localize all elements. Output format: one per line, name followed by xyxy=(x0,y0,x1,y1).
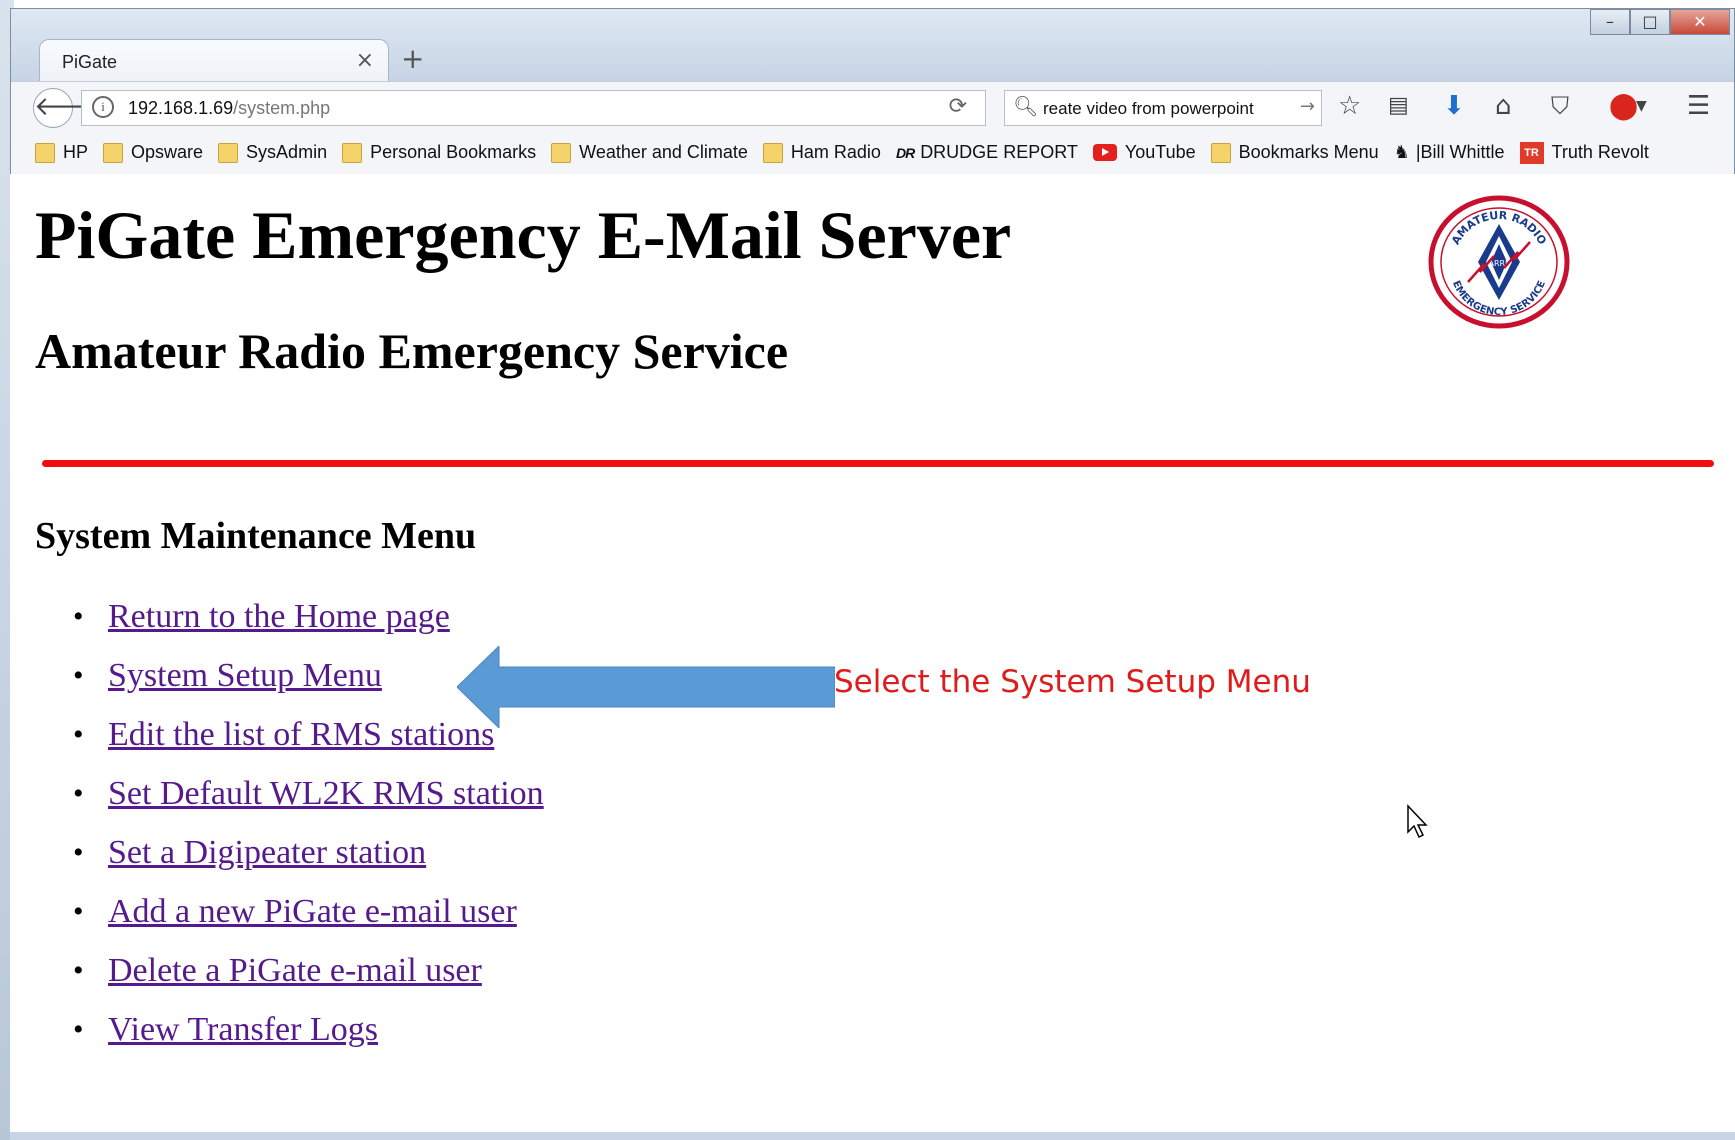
search-icon: 🔍︎ xyxy=(1013,94,1039,118)
bookmark-label: |Bill Whittle xyxy=(1415,142,1505,162)
address-bar[interactable]: i 192.168.1.69/system.php ⟳ xyxy=(81,90,986,126)
bookmark-label: Ham Radio xyxy=(790,142,881,162)
folder-icon xyxy=(551,142,572,163)
url-path: /system.php xyxy=(233,98,331,118)
bookmark-label: SysAdmin xyxy=(246,142,328,162)
drudge-icon: DR xyxy=(895,144,915,161)
view-transfer-logs-link[interactable]: View Transfer Logs xyxy=(108,1011,378,1048)
set-default-rms-link[interactable]: Set Default WL2K RMS station xyxy=(108,775,544,812)
url-text[interactable]: 192.168.1.69/system.php xyxy=(128,98,330,119)
menu-item: Set Default WL2K RMS station xyxy=(65,773,544,832)
window-bottom-border xyxy=(10,1132,1735,1140)
bookmark-ham-radio[interactable]: Ham Radio xyxy=(762,142,881,163)
folder-icon xyxy=(218,142,239,163)
folder-icon xyxy=(35,142,55,163)
close-window-button[interactable]: ✕ xyxy=(1670,9,1730,35)
edit-rms-stations-link[interactable]: Edit the list of RMS stations xyxy=(108,716,494,753)
callout-annotation: Select the System Setup Menu xyxy=(834,664,1311,700)
bookmark-label: Weather and Climate xyxy=(579,142,748,162)
menu-hamburger-icon[interactable]: ☰ xyxy=(1687,90,1710,122)
bookmark-label: Personal Bookmarks xyxy=(370,142,537,162)
bookmark-label: Truth Revolt xyxy=(1551,142,1649,162)
new-tab-button[interactable]: + xyxy=(401,42,424,75)
minimize-button[interactable]: – xyxy=(1590,9,1630,35)
pocket-icon[interactable]: ⛉ xyxy=(1551,90,1569,122)
menu-item: View Transfer Logs xyxy=(65,1009,544,1068)
bookmark-sysadmin[interactable]: SysAdmin xyxy=(218,142,327,163)
home-icon[interactable]: ⌂ xyxy=(1495,90,1512,122)
truth-revolt-icon: TR xyxy=(1519,141,1544,164)
window-controls: – □ ✕ xyxy=(1590,9,1730,41)
ares-logo: AMATEUR RADIO EMERGENCY SERVICE ARRL xyxy=(1428,195,1570,329)
bill-whittle-icon: ♞ xyxy=(1393,142,1410,162)
bookmark-hp[interactable]: HP xyxy=(35,142,88,163)
folder-icon xyxy=(342,142,363,163)
red-divider xyxy=(42,460,1714,467)
callout-arrow xyxy=(457,646,835,728)
return-home-link[interactable]: Return to the Home page xyxy=(108,598,450,635)
bookmark-drudge-report[interactable]: DR DRUDGE REPORT xyxy=(896,142,1078,163)
bookmark-label: Opsware xyxy=(131,142,204,162)
reload-icon[interactable]: ⟳ xyxy=(949,94,967,119)
bookmark-label: HP xyxy=(63,142,89,162)
back-button[interactable]: 🡐 xyxy=(33,88,104,128)
reading-list-icon[interactable]: ▤ xyxy=(1388,90,1409,122)
bookmark-star-icon[interactable]: ☆ xyxy=(1338,90,1361,122)
delete-user-link[interactable]: Delete a PiGate e-mail user xyxy=(108,952,482,989)
bookmark-personal-bookmarks[interactable]: Personal Bookmarks xyxy=(342,142,536,163)
navigation-toolbar: 🡐 i 192.168.1.69/system.php ⟳ 🔍︎ reate v… xyxy=(11,81,1734,131)
tab-strip: PiGate × + – □ ✕ xyxy=(11,9,1734,83)
downloads-icon[interactable]: ⬇ xyxy=(1443,90,1465,122)
adblock-icon[interactable]: ⬤ xyxy=(1609,90,1638,122)
bookmark-label: YouTube xyxy=(1124,142,1196,162)
folder-icon xyxy=(762,142,783,163)
bookmark-weather-and-climate[interactable]: Weather and Climate xyxy=(551,142,748,163)
menu-item: Add a new PiGate e-mail user xyxy=(65,891,544,950)
add-user-link[interactable]: Add a new PiGate e-mail user xyxy=(108,893,517,930)
adblock-dropdown-icon[interactable]: ▼ xyxy=(1636,90,1647,122)
folder-icon xyxy=(1210,142,1231,163)
page-content: PiGate Emergency E-Mail Server Amateur R… xyxy=(10,174,1735,1140)
bookmark-label: DRUDGE REPORT xyxy=(920,142,1078,162)
folder-icon xyxy=(103,142,124,163)
tab-pigate[interactable]: PiGate × xyxy=(39,39,389,83)
bookmark-truth-revolt[interactable]: TR Truth Revolt xyxy=(1519,141,1649,164)
site-info-icon[interactable]: i xyxy=(92,96,114,118)
menu-item: Set a Digipeater station xyxy=(65,832,544,891)
tab-title: PiGate xyxy=(62,52,118,72)
maximize-button[interactable]: □ xyxy=(1630,9,1670,35)
search-bar[interactable]: 🔍︎ reate video from powerpoint → xyxy=(1004,90,1322,126)
section-title: System Maintenance Menu xyxy=(35,515,477,557)
youtube-icon xyxy=(1092,144,1117,161)
bookmarks-toolbar: HP Opsware SysAdmin Personal Bookmarks W… xyxy=(11,131,1734,175)
page-subtitle: Amateur Radio Emergency Service xyxy=(35,323,789,379)
bookmark-opsware[interactable]: Opsware xyxy=(103,142,203,163)
mouse-cursor-icon xyxy=(1407,804,1428,839)
page-title: PiGate Emergency E-Mail Server xyxy=(35,197,1012,273)
tab-close-icon[interactable]: × xyxy=(356,48,374,73)
bookmark-youtube[interactable]: YouTube xyxy=(1092,142,1196,163)
bookmark-label: Bookmarks Menu xyxy=(1238,142,1379,162)
search-input[interactable]: reate video from powerpoint xyxy=(1043,99,1254,119)
system-setup-link[interactable]: System Setup Menu xyxy=(108,657,382,694)
set-digipeater-link[interactable]: Set a Digipeater station xyxy=(108,834,426,871)
search-go-icon[interactable]: → xyxy=(1300,96,1315,117)
menu-item: Delete a PiGate e-mail user xyxy=(65,950,544,1009)
url-host: 192.168.1.69 xyxy=(128,98,234,118)
bookmark-bill-whittle[interactable]: ♞ |Bill Whittle xyxy=(1394,142,1505,163)
bookmark-bookmarks-menu[interactable]: Bookmarks Menu xyxy=(1210,142,1379,163)
